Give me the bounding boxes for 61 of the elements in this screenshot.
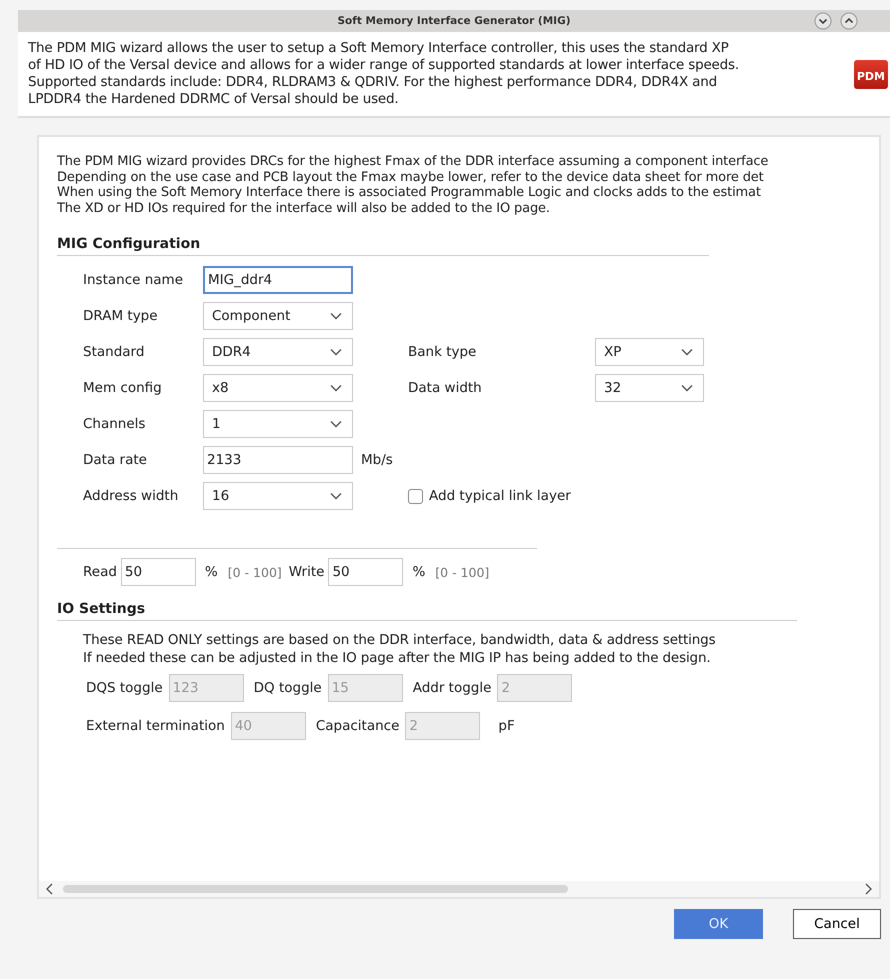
field-label: Channels <box>83 416 146 432</box>
unit-label: pF <box>497 718 515 734</box>
read-only-field: 40 <box>230 712 306 740</box>
field-label: Standard <box>83 344 146 360</box>
range-hint: [0 - 100] <box>228 564 282 580</box>
dropdown[interactable]: 1 <box>203 410 353 438</box>
unit-label: Mb/s <box>360 452 394 468</box>
chevron-down-icon <box>681 384 693 392</box>
scroll-left-icon[interactable] <box>45 883 55 895</box>
field-label: DQ toggle <box>254 680 322 696</box>
chevron-down-icon <box>330 384 342 392</box>
intro-text: The PDM MIG wizard provides DRCs for the highest Fmax of the DDR interface assuming a component interface Depending on the use case and PCB layout the Fmax maybe lower, refer to the device data sheet for more det When using the Soft Memory Interface there is associated Programmable Logic and clocks adds to the estimat The XD or HD IOs required for the interface will also be added to the IO page. <box>57 154 770 216</box>
horizontal-scrollbar[interactable] <box>39 881 879 897</box>
section-title: MIG Configuration <box>57 236 709 256</box>
field-label: Write <box>288 564 324 580</box>
input-field[interactable]: 2133 <box>203 446 353 474</box>
field-label: DRAM type <box>83 308 159 324</box>
chevron-down-icon <box>681 348 693 356</box>
window-title: Soft Memory Interface Generator (MIG) <box>337 15 570 27</box>
dropdown[interactable]: XP <box>595 338 704 366</box>
read-only-field: 15 <box>328 674 403 702</box>
checkbox[interactable] <box>408 488 423 504</box>
field-label: DQS toggle <box>86 680 163 696</box>
ok-button[interactable]: OK <box>674 909 763 939</box>
chevron-down-icon <box>330 312 342 320</box>
scroll-right-icon[interactable] <box>863 883 873 895</box>
unit-label: % <box>204 564 218 580</box>
maximize-icon[interactable] <box>840 12 858 30</box>
input-field[interactable]: 50 <box>120 558 196 586</box>
dropdown[interactable]: x8 <box>203 374 353 402</box>
dropdown[interactable]: 32 <box>595 374 704 402</box>
dropdown[interactable]: Component <box>203 302 353 330</box>
input-field[interactable]: MIG_ddr4 <box>203 266 353 294</box>
pdm-logo: PDM <box>854 60 888 88</box>
range-hint: [0 - 100] <box>435 564 490 580</box>
field-label: External termination <box>86 718 225 734</box>
io-note-text: These READ ONLY settings are based on the DDR interface, bandwidth, data & address settings If needed these can be adjusted in the IO page after the MIG IP has being added to the design. <box>83 631 716 667</box>
field-label: Bank type <box>408 344 478 360</box>
section-title: IO Settings <box>57 601 797 621</box>
field-label: Data width <box>408 380 483 396</box>
field-label: Addr toggle <box>412 680 492 696</box>
chevron-down-icon <box>330 492 342 500</box>
field-label: Capacitance <box>316 718 400 734</box>
cancel-button[interactable]: Cancel <box>793 909 881 939</box>
checkbox-label: Add typical link layer <box>429 488 571 504</box>
read-only-field: 2 <box>497 674 572 702</box>
field-label: Address width <box>83 488 180 504</box>
field-label: Mem config <box>83 380 163 396</box>
read-only-field: 2 <box>405 712 480 740</box>
minimize-icon[interactable] <box>814 12 832 30</box>
field-label: Instance name <box>83 272 184 288</box>
chevron-down-icon <box>330 348 342 356</box>
dropdown[interactable]: 16 <box>203 482 353 510</box>
description-text: The PDM MIG wizard allows the user to setup a Soft Memory Interface controller, this uses the standard XP of HD IO of the Versal device and allows for a wider range of supported standards at lower interface speeds. Supported standards include: DDR4, RLDRAM3 & QDRIV. For the highest performance DDR4, DDR4X and LPDDR4 the Hardened DDRMC of Versal should be used. <box>28 40 740 108</box>
field-label: Data rate <box>83 452 148 468</box>
unit-label: % <box>412 564 426 580</box>
input-field[interactable]: 50 <box>328 558 404 586</box>
read-only-field: 123 <box>168 674 244 702</box>
chevron-down-icon <box>330 420 342 428</box>
dropdown[interactable]: DDR4 <box>203 338 353 366</box>
field-label: Read <box>83 564 117 580</box>
